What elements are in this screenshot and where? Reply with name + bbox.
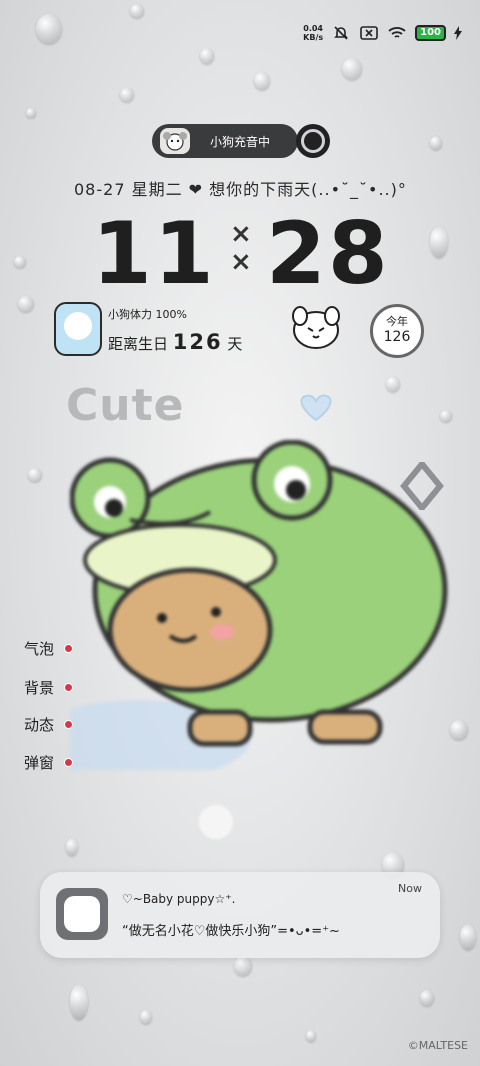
- battery-icon: 100: [415, 25, 446, 41]
- notification-title: ♡~Baby puppy☆⁺.: [122, 892, 236, 906]
- side-menu-item-background[interactable]: 背景: [24, 677, 74, 698]
- dog-avatar-widget[interactable]: [54, 302, 102, 356]
- clock-minutes: 28: [266, 204, 390, 304]
- music-toggle-button[interactable]: [296, 124, 330, 158]
- cute-decor-text: Cute: [66, 380, 185, 431]
- frog-costume-dog-illustration: [30, 439, 460, 780]
- side-menu-item-dynamic[interactable]: 动态: [24, 714, 74, 735]
- red-dot-icon: [64, 758, 74, 767]
- floating-puppy-bubble-icon[interactable]: [198, 804, 234, 840]
- year-label: 今年: [386, 315, 408, 328]
- stamina-label: 小狗体力 100%: [108, 308, 187, 321]
- heart-icon: [296, 392, 336, 426]
- birthday-unit: 天: [227, 335, 243, 353]
- red-dot-icon: [64, 720, 74, 729]
- birthday-days: 126: [172, 330, 223, 354]
- wifi-icon: [387, 23, 407, 43]
- no-sim-icon: [359, 23, 379, 43]
- mute-icon: [331, 23, 351, 43]
- birthday-countdown: 距离生日 126 天: [108, 330, 242, 354]
- status-bar: 0.04 KB/s 100: [303, 20, 462, 46]
- red-dot-icon: [64, 644, 74, 653]
- watermark: ©MALTESE: [407, 1039, 468, 1052]
- puppy-sticker-icon: [286, 296, 346, 356]
- network-speed-unit: KB/s: [303, 33, 324, 42]
- notification-card[interactable]: ♡~Baby puppy☆⁺. “做无名小花♡做快乐小狗”=•ᴗ•=⁺~ Now: [40, 872, 440, 958]
- birthday-prefix: 距离生日: [108, 335, 169, 353]
- red-dot-icon: [64, 683, 74, 692]
- date-line: 08-27 星期二 ❤ 想你的下雨天(..•˘_˘•..)°: [74, 180, 407, 199]
- puppy-app-icon: [56, 888, 108, 940]
- network-speed-value: 0.04: [303, 24, 323, 33]
- music-pill-label: 小狗充音中: [210, 134, 271, 149]
- network-speed: 0.04 KB/s: [303, 24, 323, 42]
- side-menu-item-bubble[interactable]: 气泡: [24, 638, 74, 659]
- clock-hours: 11: [92, 204, 216, 304]
- year-progress-ring: 今年 126: [370, 304, 424, 358]
- side-menu-item-popup[interactable]: 弹窗: [24, 752, 74, 773]
- clock-separator: × ×: [230, 219, 252, 277]
- notification-time: Now: [398, 882, 422, 895]
- puppy-avatar-icon: [160, 128, 190, 154]
- music-pill[interactable]: 小狗充音中: [152, 124, 298, 158]
- year-value: 126: [383, 329, 411, 345]
- charging-icon: [454, 23, 462, 43]
- notification-message: “做无名小花♡做快乐小狗”=•ᴗ•=⁺~: [122, 924, 340, 939]
- circle-icon: [301, 129, 325, 153]
